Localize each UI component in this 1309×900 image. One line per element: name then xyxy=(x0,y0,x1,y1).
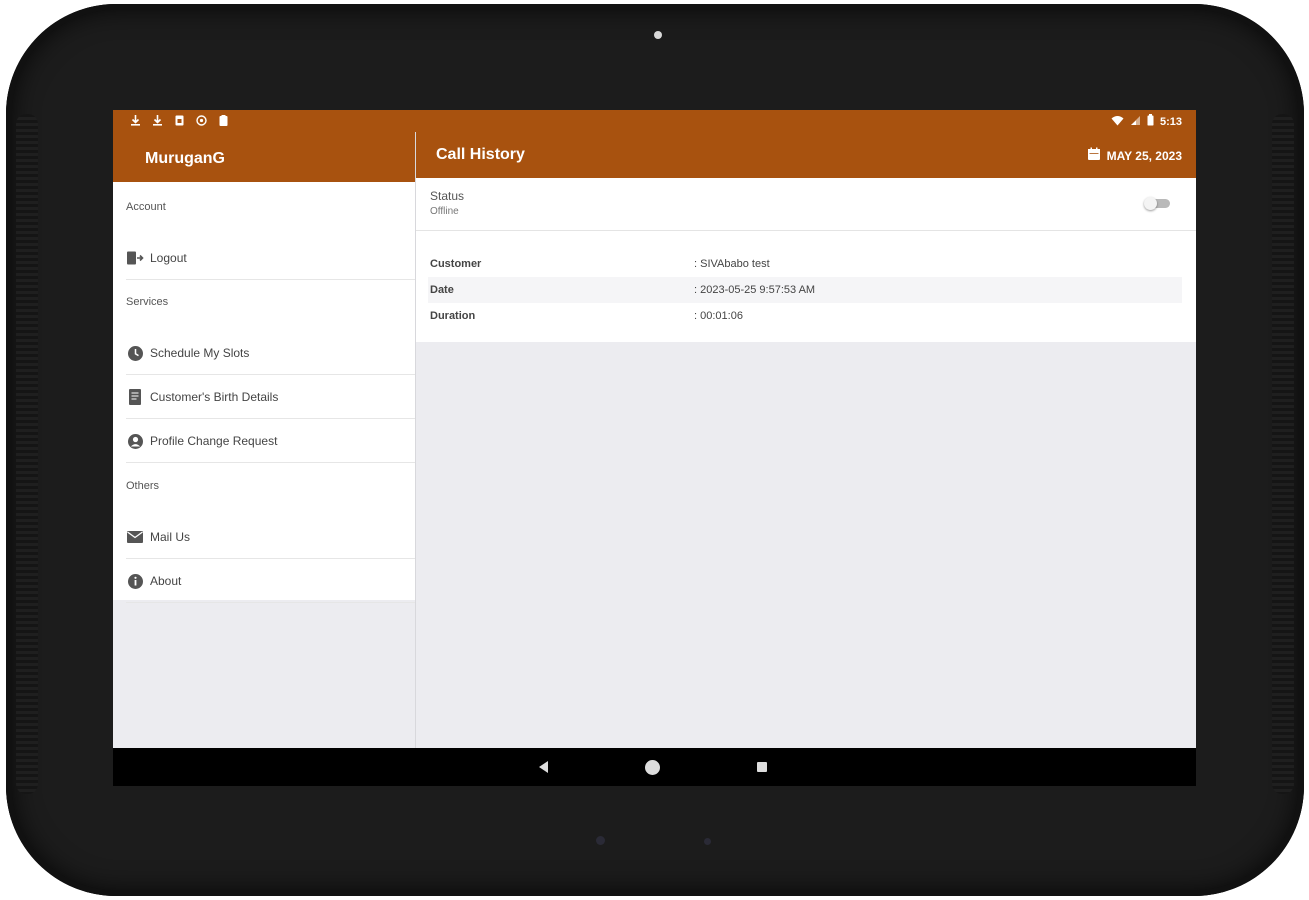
detail-value: : 2023-05-25 9:57:53 AM xyxy=(694,284,816,296)
drawer-item-label: Profile Change Request xyxy=(150,434,278,448)
detail-key: Duration xyxy=(430,310,476,322)
signal-icon xyxy=(1130,115,1141,129)
speaker-grille-left xyxy=(16,114,38,794)
drawer-item-label: About xyxy=(150,574,182,588)
detail-row-duration: Duration : 00:01:06 xyxy=(428,303,1182,329)
selected-date: MAY 25, 2023 xyxy=(1106,148,1182,163)
user-name: MuruganG xyxy=(145,150,225,167)
system-status: 5:13 xyxy=(1111,114,1182,129)
calendar-icon xyxy=(1087,147,1101,164)
system-navigation-bar xyxy=(113,748,1196,786)
drawer-item-profile-change-request[interactable]: Profile Change Request xyxy=(126,420,415,463)
detail-row-customer: Customer : SIVAbabo test xyxy=(428,251,1182,277)
app-bar: Call History MAY 25, 2023 xyxy=(416,132,1196,178)
sensor-left xyxy=(596,836,605,845)
drawer-menu: Account Logout Services Schedule My Slot… xyxy=(113,182,415,603)
status-row: Status Offline xyxy=(416,178,1196,231)
notification-icons xyxy=(129,114,230,127)
document-icon xyxy=(126,388,144,406)
drawer-item-about[interactable]: About xyxy=(126,560,415,603)
speaker-grille-right xyxy=(1272,114,1294,794)
main-content: Call History MAY 25, 2023 Status Offline… xyxy=(416,132,1196,748)
drawer-item-label: Logout xyxy=(150,251,187,265)
recent-apps-icon[interactable] xyxy=(757,762,767,772)
sensor-right xyxy=(704,838,711,845)
call-details: Customer : SIVAbabo test Date : 2023-05-… xyxy=(416,231,1196,342)
account-circle-icon xyxy=(126,432,144,450)
circle-icon xyxy=(195,114,208,127)
detail-value: : 00:01:06 xyxy=(694,310,743,322)
drawer-item-logout[interactable]: Logout xyxy=(126,237,415,280)
page-title: Call History xyxy=(436,146,525,163)
section-label-others: Others xyxy=(126,480,160,492)
drawer-item-customers-birth-details[interactable]: Customer's Birth Details xyxy=(126,376,415,419)
drawer-item-label: Schedule My Slots xyxy=(150,346,250,360)
back-icon[interactable] xyxy=(539,761,548,773)
section-label-account: Account xyxy=(126,201,166,213)
mail-icon xyxy=(126,528,144,546)
download-icon xyxy=(151,114,164,127)
date-selector[interactable]: MAY 25, 2023 xyxy=(1087,147,1182,164)
section-label-services: Services xyxy=(126,296,169,308)
clock-time: 5:13 xyxy=(1159,115,1182,128)
drawer-item-schedule-my-slots[interactable]: Schedule My Slots xyxy=(126,332,415,375)
home-icon[interactable] xyxy=(645,760,660,775)
detail-key: Customer xyxy=(430,258,482,270)
status-toggle[interactable] xyxy=(1144,197,1170,210)
download-icon xyxy=(129,114,142,127)
status-label: Status xyxy=(430,189,465,203)
drawer-item-mail-us[interactable]: Mail Us xyxy=(126,516,415,559)
detail-value: : SIVAbabo test xyxy=(694,258,770,270)
status-value: Offline xyxy=(430,206,459,217)
detail-row-date: Date : 2023-05-25 9:57:53 AM xyxy=(428,277,1182,303)
toggle-thumb xyxy=(1144,197,1157,210)
device-screen: 5:13 MuruganG Account Logout Services Sc… xyxy=(113,110,1196,786)
drawer-header: MuruganG xyxy=(113,132,415,182)
battery-icon xyxy=(1147,114,1154,129)
front-camera xyxy=(654,31,662,39)
status-bar: 5:13 xyxy=(113,110,1196,132)
info-icon xyxy=(126,572,144,590)
logout-icon xyxy=(126,249,144,267)
clipboard-icon xyxy=(217,114,230,127)
navigation-drawer: MuruganG Account Logout Services Schedul… xyxy=(113,132,415,748)
clock-icon xyxy=(126,344,144,362)
wifi-icon xyxy=(1111,115,1124,129)
sim-icon xyxy=(173,114,186,127)
drawer-item-label: Mail Us xyxy=(150,530,191,544)
detail-key: Date xyxy=(430,284,454,296)
drawer-item-label: Customer's Birth Details xyxy=(150,390,279,404)
